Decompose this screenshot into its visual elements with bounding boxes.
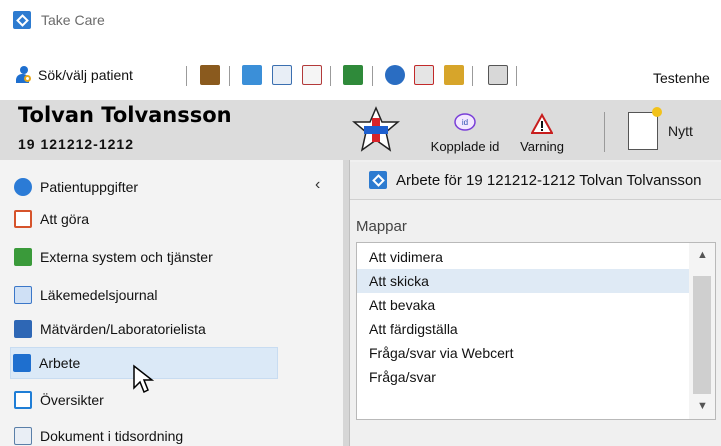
scroll-down-icon[interactable]: ▼ — [697, 400, 708, 412]
scroll-up-icon[interactable]: ▲ — [697, 249, 708, 261]
care-unit-label[interactable]: Testenhe — [653, 70, 710, 86]
window-title: Take Care — [41, 12, 105, 28]
linked-ids-label: Kopplade id — [430, 139, 500, 154]
nav-item-patientuppgifter[interactable]: Patientuppgifter — [12, 171, 278, 203]
nav-item-matvarden[interactable]: Mätvärden/Laboratorielista — [12, 313, 278, 345]
toolbar-separator — [372, 66, 373, 86]
toolbar-separator — [186, 66, 187, 86]
patient-name: Tolvan Tolvansson — [18, 103, 232, 127]
patient-personnummer: 19 121212-1212 — [18, 136, 134, 152]
external-systems-icon — [14, 248, 32, 266]
nav-item-label: Dokument i tidsordning — [40, 428, 184, 444]
list-item[interactable]: Att skicka — [357, 269, 689, 293]
search-patient-label: Sök/välj patient — [38, 67, 133, 83]
nav-item-att-gora[interactable]: Att göra — [12, 203, 278, 235]
globe-icon[interactable] — [385, 65, 405, 85]
work-panel-title: Arbete för 19 121212-1212 Tolvan Tolvans… — [396, 172, 702, 189]
search-patient-icon — [14, 66, 32, 84]
add-record-icon[interactable] — [414, 65, 434, 85]
journal-book-icon[interactable] — [200, 65, 220, 85]
calendar-icon[interactable] — [272, 65, 292, 85]
search-patient-button[interactable]: Sök/välj patient — [14, 64, 133, 86]
folders-label: Mappar — [356, 218, 407, 235]
list-item[interactable]: Att vidimera — [357, 245, 689, 269]
list-item[interactable]: Att färdigställa — [357, 317, 689, 341]
nav-item-label: Översikter — [40, 392, 104, 408]
nav-item-label: Mätvärden/Laboratorielista — [40, 321, 206, 337]
nav-item-label: Patientuppgifter — [40, 179, 139, 195]
external-systems-icon[interactable] — [242, 65, 262, 85]
nav-item-externa-system[interactable]: Externa system och tjänster — [12, 241, 278, 273]
list-item[interactable]: Fråga/svar — [357, 365, 689, 389]
nav-item-lakemedelsjournal[interactable]: Läkemedelsjournal — [12, 279, 278, 311]
new-document-label: Nytt — [668, 123, 693, 139]
mouse-cursor-icon — [133, 364, 154, 394]
todo-checklist-icon — [14, 210, 32, 228]
nav-item-label: Läkemedelsjournal — [40, 287, 158, 303]
warning-label: Varning — [520, 139, 564, 154]
work-icon — [13, 354, 31, 372]
collapse-chevron-icon[interactable]: ‹ — [315, 176, 320, 194]
list-item[interactable]: Fråga/svar via Webcert — [357, 341, 689, 365]
referral-icon[interactable] — [444, 65, 464, 85]
toolbar-separator — [472, 66, 473, 86]
title-bar: Take Care — [0, 0, 721, 32]
nav-item-label: Att göra — [40, 211, 90, 227]
toolbar-separator — [229, 66, 230, 86]
patient-info-icon — [14, 178, 32, 196]
nav-item-dokument[interactable]: Dokument i tidsordning — [12, 420, 278, 446]
header-separator — [604, 112, 605, 152]
folders-list[interactable]: Att vidimera Att skicka Att bevaka Att f… — [356, 242, 716, 420]
warning-icon — [531, 113, 553, 134]
scrollbar-thumb[interactable] — [693, 276, 711, 394]
toolbar-separator — [330, 66, 331, 86]
take-care-logo-icon — [13, 11, 31, 29]
new-document-icon — [628, 107, 662, 150]
work-user-icon[interactable] — [343, 65, 363, 85]
main-toolbar: Sök/välj patient Testenhe — [0, 56, 721, 94]
nav-item-label: Arbete — [39, 355, 81, 371]
work-panel-logo-icon — [369, 171, 387, 189]
lab-values-icon — [14, 320, 32, 338]
new-document-button[interactable]: Nytt — [622, 104, 721, 158]
documents-timeline-icon — [14, 427, 32, 445]
checklist-icon[interactable] — [302, 65, 322, 85]
toolbar-separator — [516, 66, 517, 86]
overview-icon — [14, 391, 32, 409]
medication-icon — [14, 286, 32, 304]
linked-ids-icon: id — [454, 113, 476, 131]
nav-item-label: Externa system och tjänster — [40, 249, 213, 265]
linked-ids-button[interactable]: id Kopplade id — [424, 104, 506, 158]
warning-button[interactable]: Varning — [510, 104, 574, 158]
computer-icon[interactable] — [488, 65, 508, 85]
svg-text:id: id — [462, 118, 468, 127]
medical-alert-icon[interactable] — [352, 106, 400, 154]
list-item[interactable]: Att bevaka — [357, 293, 689, 317]
